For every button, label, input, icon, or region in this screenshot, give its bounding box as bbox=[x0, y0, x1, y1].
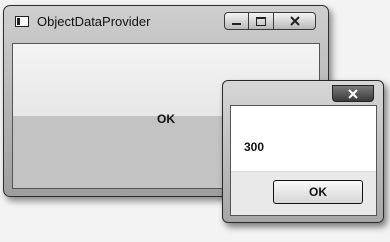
caption-buttons bbox=[224, 12, 316, 30]
close-button[interactable] bbox=[274, 12, 316, 30]
close-icon bbox=[289, 16, 300, 26]
message-box: 300 OK bbox=[222, 80, 384, 223]
message-box-body: 300 OK bbox=[230, 105, 377, 216]
minimize-button[interactable] bbox=[224, 12, 249, 30]
message-box-footer: OK bbox=[231, 171, 376, 215]
maximize-button[interactable] bbox=[249, 12, 274, 30]
message-text: 300 bbox=[244, 140, 265, 154]
close-icon bbox=[348, 88, 358, 99]
window-title: ObjectDataProvider bbox=[37, 14, 151, 29]
minimize-icon bbox=[232, 23, 241, 25]
message-box-close-button[interactable] bbox=[332, 85, 374, 102]
message-box-ok-button[interactable]: OK bbox=[273, 180, 363, 204]
window-app-icon bbox=[15, 16, 29, 27]
maximize-icon bbox=[256, 16, 266, 26]
